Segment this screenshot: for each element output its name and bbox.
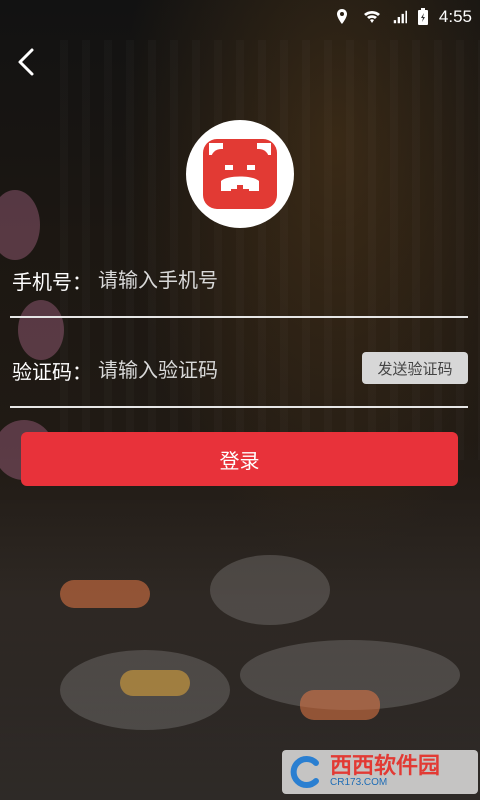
signal-icon xyxy=(393,10,407,24)
background-sushi xyxy=(300,690,380,720)
send-code-button[interactable]: 发送验证码 xyxy=(362,352,468,384)
status-time: 4:55 xyxy=(438,7,472,26)
background-flower xyxy=(0,190,40,260)
code-row: 验证码： xyxy=(12,346,347,394)
background-window-slats xyxy=(60,40,480,460)
code-input[interactable] xyxy=(92,358,347,382)
login-button[interactable]: 登录 xyxy=(21,432,458,486)
bear-logo-icon xyxy=(203,139,277,209)
code-label: 验证码： xyxy=(12,359,92,384)
watermark-subtext: CR173.COM xyxy=(330,777,388,788)
chevron-left-icon xyxy=(18,48,34,76)
watermark-c-icon xyxy=(290,756,319,788)
background-sushi xyxy=(120,670,190,696)
phone-underline xyxy=(10,316,468,318)
battery-icon xyxy=(417,8,428,25)
app-logo xyxy=(186,120,294,228)
watermark-text: 西西软件园 xyxy=(330,754,441,779)
phone-input[interactable] xyxy=(92,268,468,292)
background-plate xyxy=(210,555,330,625)
back-button[interactable] xyxy=(10,44,46,80)
status-bar: 4:55 xyxy=(0,0,480,34)
wifi-icon xyxy=(363,10,380,23)
watermark-logo: 西西软件园 CR173.COM xyxy=(282,750,478,794)
background-sushi xyxy=(60,580,150,608)
phone-row: 手机号： xyxy=(12,256,468,304)
location-icon xyxy=(336,9,347,24)
phone-label: 手机号： xyxy=(12,269,92,294)
code-underline xyxy=(10,406,468,408)
